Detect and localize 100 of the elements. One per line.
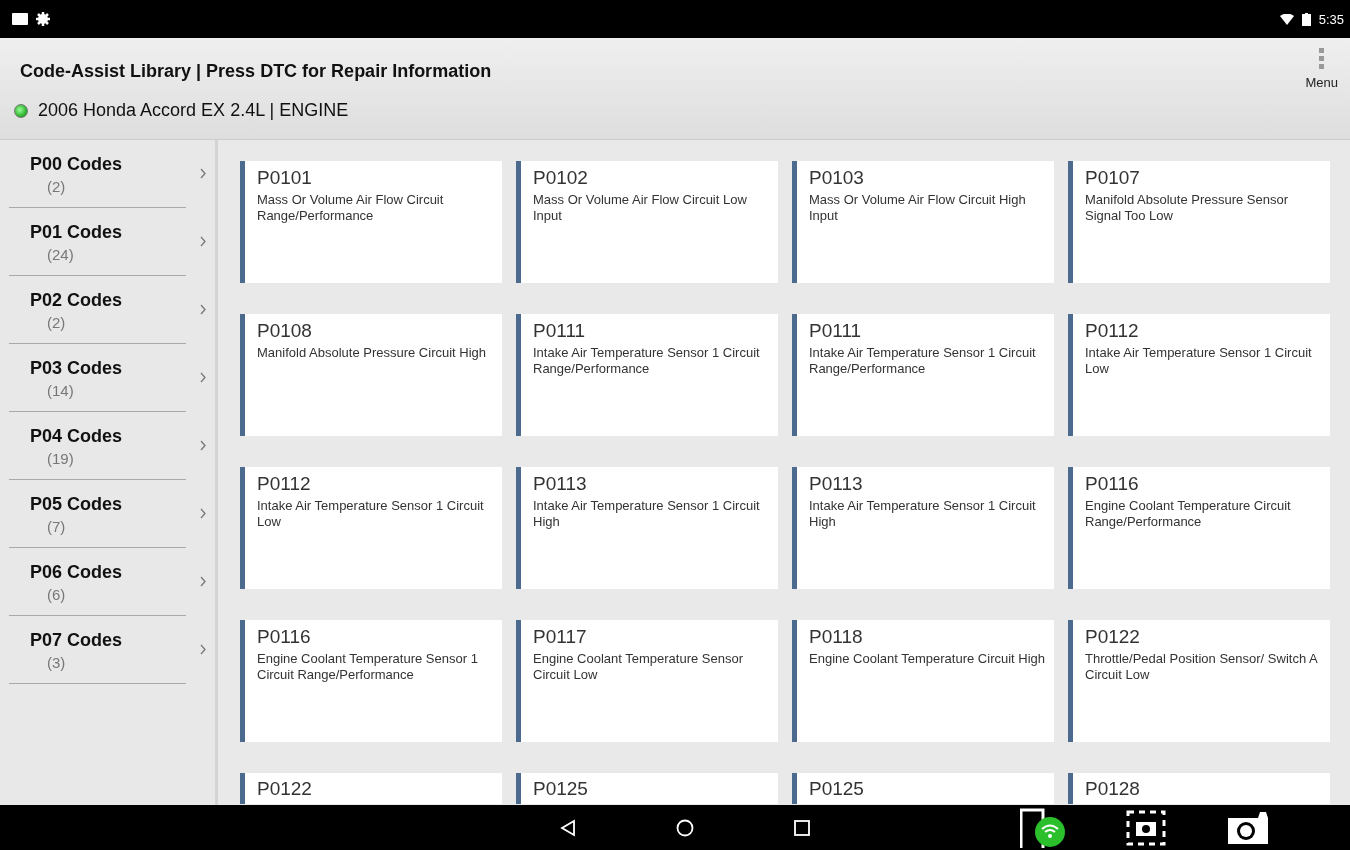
- code-card[interactable]: P0111 Intake Air Temperature Sensor 1 Circuit Range/Performance: [792, 314, 1054, 436]
- code-group-item[interactable]: P06 Codes (6): [9, 548, 186, 616]
- code-number: P0125: [809, 778, 865, 800]
- code-group-label: P00 Codes: [30, 154, 123, 175]
- menu-button[interactable]: Menu: [1305, 48, 1338, 90]
- code-group-label: P01 Codes: [30, 222, 123, 243]
- chevron-icon: [200, 440, 206, 451]
- code-description: Intake Air Temperature Sensor 1 Circuit High: [533, 498, 761, 530]
- code-number: P0113: [809, 473, 864, 495]
- code-group-label: P07 Codes: [30, 630, 123, 651]
- code-description: Throttle/Pedal Position Sensor/ Switch A Circuit Low: [1085, 651, 1319, 683]
- code-group-item[interactable]: P00 Codes (2): [9, 140, 186, 208]
- chevron-icon: [200, 304, 206, 315]
- more-icon: [1319, 48, 1325, 69]
- code-group-item[interactable]: P07 Codes (3): [9, 616, 186, 684]
- code-number: P0112: [257, 473, 312, 495]
- battery-icon: [1301, 12, 1311, 26]
- code-card[interactable]: P0107 Manifold Absolute Pressure Sensor Signal Too Low: [1068, 161, 1330, 283]
- code-number: P0108: [257, 320, 313, 342]
- code-group-label: P04 Codes: [30, 426, 123, 447]
- code-card[interactable]: P0101 Mass Or Volume Air Flow Circuit Range/Performance: [240, 161, 502, 283]
- code-card[interactable]: P0125: [516, 773, 778, 804]
- code-number: P0103: [809, 167, 865, 189]
- code-description: Engine Coolant Temperature Circuit High: [809, 651, 1046, 667]
- code-card[interactable]: P0108 Manifold Absolute Pressure Circuit High: [240, 314, 502, 436]
- code-card[interactable]: P0102 Mass Or Volume Air Flow Circuit Low Input: [516, 161, 778, 283]
- code-description: Manifold Absolute Pressure Circuit High: [257, 345, 488, 361]
- code-card[interactable]: P0112 Intake Air Temperature Sensor 1 Circuit Low: [1068, 314, 1330, 436]
- chevron-icon: [200, 508, 206, 519]
- code-count: (3): [47, 654, 67, 671]
- code-card[interactable]: P0111 Intake Air Temperature Sensor 1 Circuit Range/Performance: [516, 314, 778, 436]
- code-number: P0116: [1085, 473, 1140, 495]
- code-group-label: P06 Codes: [30, 562, 123, 583]
- back-icon[interactable]: [560, 818, 576, 837]
- code-description: Mass Or Volume Air Flow Circuit Range/Performance: [257, 192, 445, 224]
- code-card[interactable]: P0128: [1068, 773, 1330, 804]
- code-number: P0116: [257, 626, 312, 648]
- message-icon: [12, 13, 28, 25]
- code-group-item[interactable]: P03 Codes (14): [9, 344, 186, 412]
- code-number: P0101: [257, 167, 313, 189]
- code-number: P0112: [1085, 320, 1140, 342]
- code-group-label: P03 Codes: [30, 358, 123, 379]
- code-number: P0102: [533, 167, 589, 189]
- code-card[interactable]: P0122: [240, 773, 502, 804]
- code-card[interactable]: P0116 Engine Coolant Temperature Sensor 1 Circuit Range/Performance: [240, 620, 502, 742]
- code-description: Intake Air Temperature Sensor 1 Circuit Low: [1085, 345, 1313, 377]
- code-number: P0111: [809, 320, 863, 342]
- code-description: Engine Coolant Temperature Circuit Range/Performance: [1085, 498, 1292, 530]
- code-count: (2): [47, 178, 67, 195]
- code-number: P0128: [1085, 778, 1141, 800]
- code-group-item[interactable]: P05 Codes (7): [9, 480, 186, 548]
- gear-icon: [36, 12, 50, 26]
- code-group-item[interactable]: P02 Codes (2): [9, 276, 186, 344]
- code-description: Intake Air Temperature Sensor 1 Circuit Low: [257, 498, 485, 530]
- page-title: Code-Assist Library | Press DTC for Repair Information: [20, 61, 492, 82]
- status-time: 5:35: [1318, 11, 1344, 27]
- code-description: Mass Or Volume Air Flow Circuit Low Input: [533, 192, 748, 224]
- code-description: Intake Air Temperature Sensor 1 Circuit Range/Performance: [533, 345, 761, 377]
- chevron-icon: [200, 168, 206, 179]
- chevron-icon: [200, 236, 206, 247]
- code-count: (14): [47, 382, 75, 399]
- recents-icon[interactable]: [794, 819, 810, 836]
- code-card[interactable]: P0117 Engine Coolant Temperature Sensor Circuit Low: [516, 620, 778, 742]
- home-icon[interactable]: [676, 818, 694, 837]
- code-card[interactable]: P0103 Mass Or Volume Air Flow Circuit High Input: [792, 161, 1054, 283]
- code-count: (7): [47, 518, 67, 535]
- code-count: (19): [47, 450, 75, 467]
- vehicle-label: 2006 Honda Accord EX 2.4L | ENGINE: [38, 100, 349, 121]
- code-number: P0107: [1085, 167, 1141, 189]
- code-card[interactable]: P0113 Intake Air Temperature Sensor 1 Circuit High: [792, 467, 1054, 589]
- code-group-label: P05 Codes: [30, 494, 123, 515]
- phone-wifi-icon[interactable]: [1020, 807, 1066, 848]
- chevron-icon: [200, 644, 206, 655]
- code-count: (24): [47, 246, 75, 263]
- code-card[interactable]: P0112 Intake Air Temperature Sensor 1 Circuit Low: [240, 467, 502, 589]
- code-count: (6): [47, 586, 67, 603]
- code-card[interactable]: P0125: [792, 773, 1054, 804]
- wifi-icon: [1279, 13, 1294, 25]
- camera-icon[interactable]: [1226, 809, 1270, 846]
- code-card[interactable]: P0113 Intake Air Temperature Sensor 1 Circuit High: [516, 467, 778, 589]
- code-card[interactable]: P0116 Engine Coolant Temperature Circuit Range/Performance: [1068, 467, 1330, 589]
- code-group-item[interactable]: P01 Codes (24): [9, 208, 186, 276]
- code-number: P0125: [533, 778, 589, 800]
- code-description: Engine Coolant Temperature Sensor 1 Circuit Range/Performance: [257, 651, 479, 683]
- code-number: P0111: [533, 320, 587, 342]
- code-count: (2): [47, 314, 67, 331]
- code-number: P0122: [257, 778, 313, 800]
- chevron-icon: [200, 372, 206, 383]
- code-description: Intake Air Temperature Sensor 1 Circuit Range/Performance: [809, 345, 1037, 377]
- code-description: Mass Or Volume Air Flow Circuit High Input: [809, 192, 1027, 224]
- chevron-icon: [200, 576, 206, 587]
- code-description: Engine Coolant Temperature Sensor Circuit Low: [533, 651, 745, 683]
- code-card[interactable]: P0118 Engine Coolant Temperature Circuit High: [792, 620, 1054, 742]
- code-number: P0117: [533, 626, 588, 648]
- code-number: P0118: [809, 626, 864, 648]
- screenshot-icon[interactable]: [1126, 809, 1166, 846]
- code-description: Manifold Absolute Pressure Sensor Signal Too Low: [1085, 192, 1290, 224]
- code-group-label: P02 Codes: [30, 290, 123, 311]
- code-group-item[interactable]: P04 Codes (19): [9, 412, 186, 480]
- code-card[interactable]: P0122 Throttle/Pedal Position Sensor/ Switch A Circuit Low: [1068, 620, 1330, 742]
